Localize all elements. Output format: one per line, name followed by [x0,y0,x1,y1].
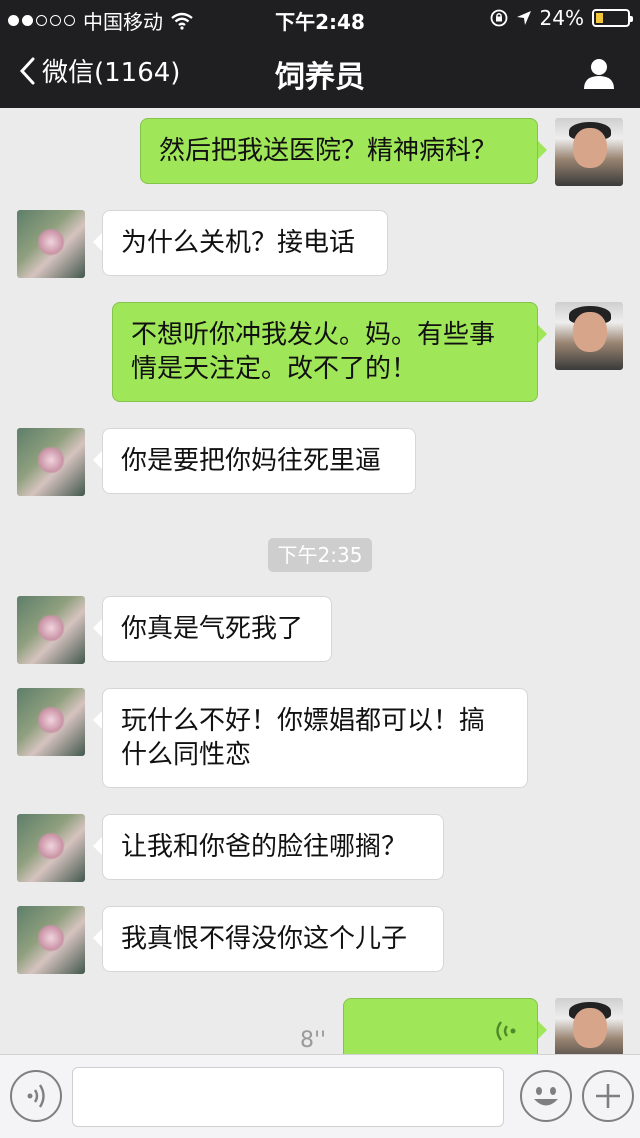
chat-area[interactable]: 然后把我送医院？精神病科？ 为什么关机？接电话 不想听你冲我发火。妈。有些事情是… [0,108,640,1066]
avatar-contact[interactable] [17,428,85,496]
message-bubble-received[interactable]: 我真恨不得没你这个儿子 [93,906,444,972]
message-bubble-received[interactable]: 你真是气死我了 [93,596,332,662]
battery-level [596,13,604,23]
emoji-button[interactable] [520,1070,572,1122]
orientation-lock-icon [490,9,507,27]
avatar-self[interactable] [555,302,623,370]
avatar-contact[interactable] [17,688,85,756]
timestamp-divider: 下午2:35 [268,538,372,572]
voice-wave-icon [496,1021,516,1041]
emoji-icon [534,1087,558,1106]
message-bubble-received[interactable]: 玩什么不好！你嫖娼都可以！搞什么同性恋 [93,688,528,788]
avatar-self[interactable] [555,118,623,186]
message-bubble-received[interactable]: 让我和你爸的脸往哪搁？ [93,814,444,880]
battery-percent: 24% [539,6,584,30]
location-icon [516,11,531,25]
avatar-contact[interactable] [17,210,85,278]
header: 中国移动 下午2:48 24% 微信(1164) 饲养员 [0,0,640,108]
message-bubble-received[interactable]: 为什么关机？接电话 [93,210,388,276]
avatar-contact[interactable] [17,596,85,664]
message-bubble-sent[interactable]: 然后把我送医院？精神病科？ [140,118,547,184]
chat-title: 饲养员 [275,60,365,95]
message-bubble-sent[interactable]: 不想听你冲我发火。妈。有些事情是天注定。改不了的！ [112,302,547,402]
voice-mode-button[interactable] [10,1070,62,1122]
person-icon[interactable] [582,56,616,90]
message-bubble-received[interactable]: 你是要把你妈往死里逼 [93,428,416,494]
nav-bar: 微信(1164) 饲养员 [0,36,640,108]
avatar-contact[interactable] [17,906,85,974]
add-button[interactable] [582,1070,634,1122]
avatar-contact[interactable] [17,814,85,882]
battery-icon [592,9,633,27]
message-input[interactable] [72,1067,504,1127]
voice-duration: 8'' [300,1028,327,1053]
status-right: 24% [490,6,633,30]
status-bar: 中国移动 下午2:48 24% [0,0,640,36]
input-bar [0,1054,640,1138]
voice-mode-icon [27,1084,45,1108]
plus-icon [596,1084,620,1108]
